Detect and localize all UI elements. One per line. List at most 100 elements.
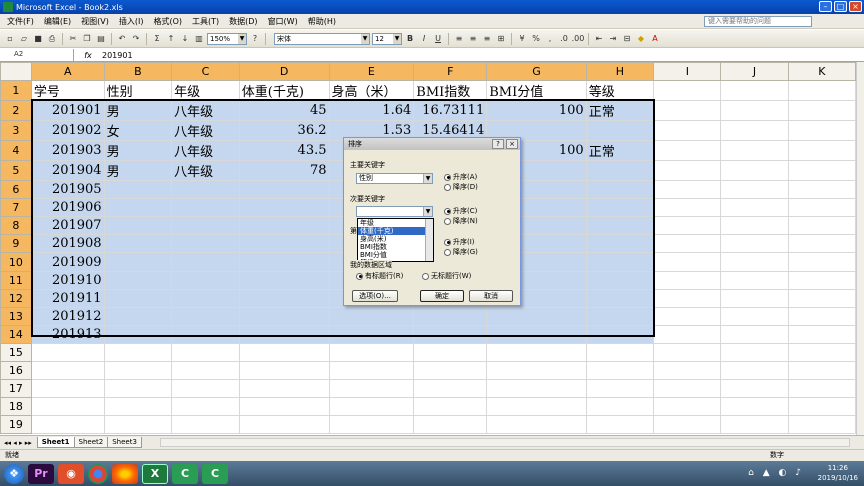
cell[interactable] [171,180,240,200]
cell[interactable] [238,180,330,200]
cell[interactable] [328,306,415,326]
percent-icon[interactable]: % [530,33,542,45]
cell[interactable]: 八年级 [171,160,240,182]
column-header-f[interactable]: F [413,62,488,82]
help-icon[interactable]: ? [249,33,261,45]
cell[interactable]: 43.5 [238,140,330,162]
cell[interactable] [787,270,856,290]
row-header[interactable]: 2 [0,100,32,122]
cell[interactable] [720,379,789,399]
fill-color-icon[interactable]: ◆ [635,33,647,45]
cell[interactable] [720,288,789,308]
cell[interactable]: 201911 [30,288,105,308]
italic-icon[interactable]: I [418,33,430,45]
cell[interactable] [653,234,722,254]
cell[interactable]: BMI分值 [486,80,587,102]
cell[interactable] [103,216,173,236]
cell[interactable] [585,397,655,417]
save-icon[interactable]: ■ [32,33,44,45]
cell[interactable] [103,180,173,200]
cell[interactable] [328,324,415,344]
comma-icon[interactable]: , [544,33,556,45]
row-header[interactable]: 16 [0,361,32,381]
cell[interactable] [585,198,655,218]
row-header[interactable]: 19 [0,415,32,435]
cell[interactable] [787,234,856,254]
decimal-dec-icon[interactable]: .00 [572,33,585,45]
cell[interactable] [787,80,856,102]
cell[interactable]: 八年级 [171,140,240,162]
cell[interactable] [171,379,240,399]
cell[interactable]: 男 [103,140,173,162]
cell[interactable] [171,234,240,254]
cell[interactable] [238,361,330,381]
cell[interactable] [585,415,655,435]
horizontal-scrollbar[interactable] [160,438,850,447]
secondary-key-dropdown-list[interactable]: 年级 体重(千克) 身高(米) BMI指数 BMI分值 等级 [357,218,434,262]
cell[interactable] [238,234,330,254]
cell[interactable] [30,415,105,435]
options-button[interactable]: 选项(O)... [352,290,398,302]
column-header-k[interactable]: K [787,62,856,82]
column-header-h[interactable]: H [585,62,655,82]
primary-desc-radio[interactable]: 降序(D) [444,182,478,192]
copy-icon[interactable]: ❐ [81,33,93,45]
secondary-key-select[interactable]: ▼ [356,206,433,217]
cell[interactable]: 201910 [30,270,105,290]
cell[interactable] [103,361,173,381]
tab-sheet2[interactable]: Sheet2 [73,437,109,448]
cell[interactable]: 201902 [30,120,105,142]
row-header[interactable]: 15 [0,342,32,363]
fx-icon[interactable]: fx [74,51,102,60]
cell[interactable]: BMI指数 [413,80,488,102]
dropdown-option[interactable]: 身高(米) [358,235,433,243]
cell[interactable] [653,160,722,182]
cell[interactable] [720,80,789,102]
cell[interactable] [720,252,789,272]
cell[interactable] [787,379,856,399]
cell[interactable] [171,342,240,363]
cell[interactable] [787,100,856,122]
paste-icon[interactable]: ▤ [95,33,107,45]
row-header[interactable]: 13 [0,306,32,326]
cell[interactable] [787,342,856,363]
premiere-icon[interactable]: Pr [28,463,54,484]
cell[interactable] [653,198,722,218]
cell[interactable] [720,234,789,254]
cell[interactable]: 1.64 [328,100,415,122]
cut-icon[interactable]: ✂ [67,33,79,45]
row-header[interactable]: 12 [0,288,32,308]
font-select[interactable]: 宋体 ▼ [274,32,370,45]
cell[interactable] [653,415,722,435]
cell[interactable]: 201912 [30,306,105,326]
cell[interactable]: 201903 [30,140,105,162]
cell[interactable] [103,288,173,308]
cell[interactable] [787,252,856,272]
cell[interactable] [486,324,587,344]
secondary-asc-radio[interactable]: 升序(C) [444,206,477,216]
cell[interactable] [585,361,655,381]
row-header[interactable]: 11 [0,270,32,290]
cell[interactable] [103,270,173,290]
cell[interactable] [30,342,105,363]
cell[interactable] [585,324,655,344]
cell[interactable] [171,415,240,435]
tab-sheet3[interactable]: Sheet3 [107,437,142,448]
cell[interactable] [413,324,488,344]
cell[interactable] [103,306,173,326]
new-icon[interactable]: ▫ [4,33,16,45]
close-icon[interactable]: × [506,139,518,149]
autosum-icon[interactable]: Σ [151,33,163,45]
cell[interactable]: 男 [103,160,173,182]
cell[interactable]: 正常 [585,100,655,122]
cell[interactable] [171,288,240,308]
dropdown-option[interactable]: 年级 [358,219,433,227]
cell[interactable]: 正常 [585,140,655,162]
cell[interactable]: 201908 [30,234,105,254]
row-header[interactable]: 1 [0,80,32,102]
cell[interactable] [413,397,488,417]
app-icon[interactable]: ◉ [58,463,84,484]
cell[interactable] [171,361,240,381]
cell[interactable] [787,306,856,326]
cell[interactable] [486,306,587,326]
